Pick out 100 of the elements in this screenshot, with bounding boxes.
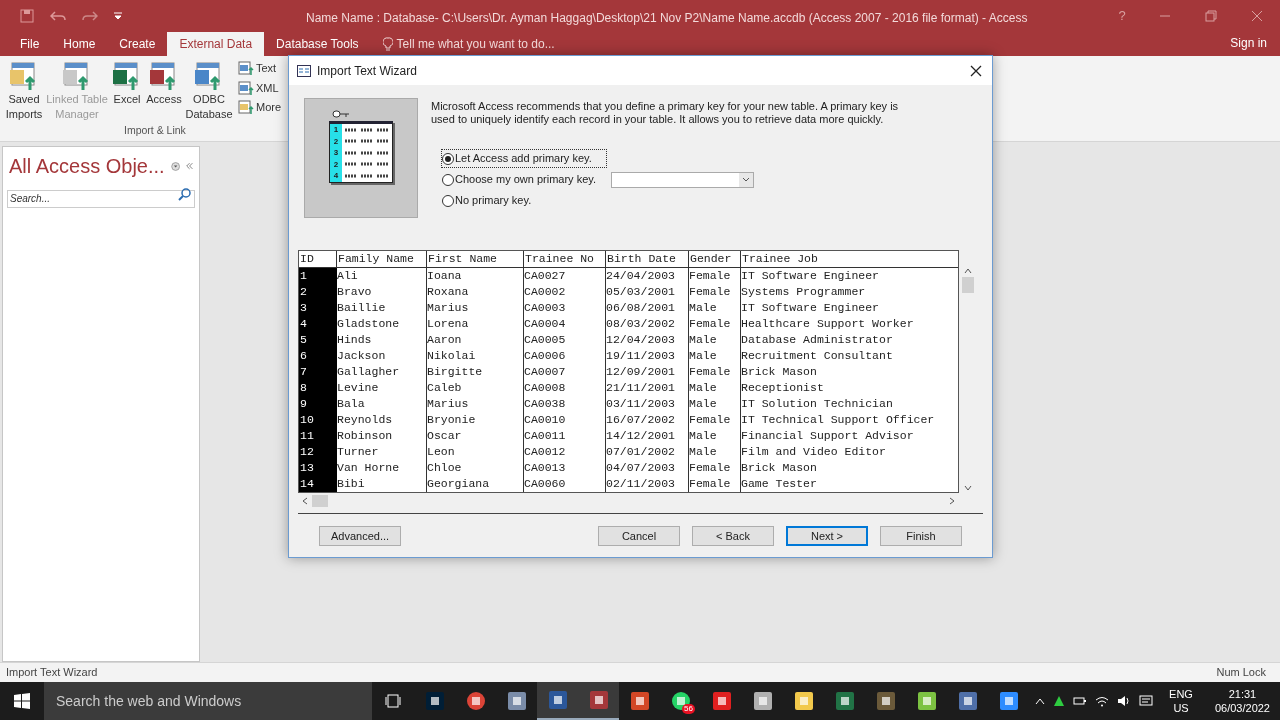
scroll-down-icon[interactable] xyxy=(964,485,972,491)
app-icon xyxy=(424,691,445,711)
language-indicator[interactable]: US xyxy=(1173,701,1189,715)
table-cell: Bala xyxy=(337,396,427,412)
table-cell: 05/03/2001 xyxy=(606,284,689,300)
taskbar-app-button[interactable] xyxy=(578,682,619,720)
table-cell: 07/01/2002 xyxy=(606,444,689,460)
chevron-up-icon[interactable] xyxy=(1035,697,1046,705)
search-icon xyxy=(178,187,192,201)
table-cell: Jackson xyxy=(337,348,427,364)
table-cell: Baillie xyxy=(337,300,427,316)
import-icon xyxy=(238,79,254,96)
table-cell: CA0007 xyxy=(524,364,606,380)
search-field[interactable]: Search... xyxy=(7,189,195,208)
table-cell: Gallagher xyxy=(337,364,427,380)
scroll-up-icon[interactable] xyxy=(964,268,972,274)
table-cell: Healthcare Support Worker xyxy=(741,316,958,332)
column-header[interactable]: Trainee No xyxy=(524,251,606,267)
table-cell: CA0008 xyxy=(524,380,606,396)
close-icon[interactable] xyxy=(970,64,982,77)
scroll-thumb[interactable] xyxy=(312,495,328,507)
column-header[interactable]: Family Name xyxy=(337,251,427,267)
column-header[interactable]: First Name xyxy=(427,251,524,267)
dialog-button[interactable]: Next > xyxy=(786,526,868,546)
wifi-icon[interactable] xyxy=(1095,695,1110,707)
taskbar-app-button[interactable]: 56 xyxy=(660,682,701,720)
table-cell: Roxana xyxy=(427,284,524,300)
table-cell: 4 xyxy=(299,316,337,332)
table-cell: 04/07/2003 xyxy=(606,460,689,476)
ribbon-tab[interactable]: Create xyxy=(107,32,168,56)
table-cell: IT Software Engineer xyxy=(741,300,958,316)
sign-in-link[interactable]: Sign in xyxy=(1230,34,1267,52)
dialog-message: Microsoft Access recommends that you define a primary key for your new table. A primary key is used to uniquely identify each record in your table. It allows you to retrieve data more quickly. xyxy=(431,100,900,126)
table-cell: CA0010 xyxy=(524,412,606,428)
dropdown-icon[interactable] xyxy=(170,159,180,173)
dialog-button[interactable]: Advanced... xyxy=(319,526,401,546)
dialog-button[interactable]: < Back xyxy=(692,526,774,546)
table-cell: Male xyxy=(689,332,741,348)
ribbon-button[interactable]: Access xyxy=(144,60,184,107)
column-header[interactable]: Gender xyxy=(689,251,741,267)
radio-option[interactable]: Let Access add primary key. xyxy=(441,149,607,168)
table-cell: 9 xyxy=(299,396,337,412)
clock-date[interactable]: 06/03/2022 xyxy=(1214,701,1270,715)
app-icon xyxy=(998,691,1019,711)
column-header[interactable]: ID xyxy=(299,251,337,267)
taskbar-app-button[interactable] xyxy=(537,682,578,720)
table-cell: Male xyxy=(689,444,741,460)
ribbon-button[interactable]: Excel xyxy=(110,60,144,107)
ribbon-button[interactable]: Saved Imports xyxy=(4,60,44,122)
table-cell: Bibi xyxy=(337,476,427,492)
ribbon-tab[interactable]: Home xyxy=(51,32,108,56)
save-icon[interactable] xyxy=(20,9,34,23)
radio-option[interactable]: Choose my own primary key. xyxy=(441,170,611,189)
key-field-dropdown[interactable] xyxy=(611,171,754,188)
scroll-right-icon[interactable] xyxy=(949,497,955,505)
table-cell: Male xyxy=(689,348,741,364)
dialog-button[interactable]: Finish xyxy=(880,526,962,546)
ribbon-small-button[interactable]: XML xyxy=(238,79,282,96)
app-icon xyxy=(588,690,609,710)
triangle-icon[interactable] xyxy=(1053,695,1066,707)
tell-me-field[interactable]: Tell me what you want to do... xyxy=(370,32,567,56)
ribbon-small-button[interactable]: Text xyxy=(238,60,282,77)
radio-option[interactable]: No primary key. xyxy=(441,191,547,210)
ribbon-button[interactable]: ODBC Database xyxy=(184,60,234,122)
table-cell: CA0003 xyxy=(524,300,606,316)
speaker-icon[interactable] xyxy=(1117,695,1132,707)
table-cell: Leon xyxy=(427,444,524,460)
table-cell: Brick Mason xyxy=(741,364,958,380)
ribbon-small-button[interactable]: More xyxy=(238,99,282,116)
table-cell: Turner xyxy=(337,444,427,460)
table-cell: 08/03/2002 xyxy=(606,316,689,332)
table-cell: Bravo xyxy=(337,284,427,300)
dialog-button[interactable]: Cancel xyxy=(598,526,680,546)
clock-time[interactable]: 21:31 xyxy=(1228,687,1257,701)
task-view-icon[interactable] xyxy=(385,693,401,709)
column-header[interactable]: Birth Date xyxy=(606,251,689,267)
notification-badge: 56 xyxy=(682,704,695,714)
ribbon-tab[interactable]: Database Tools xyxy=(264,32,371,56)
table-cell: CA0005 xyxy=(524,332,606,348)
column-header[interactable]: Trainee Job xyxy=(741,251,958,267)
notification-icon[interactable] xyxy=(1139,695,1154,707)
table-cell: CA0027 xyxy=(524,268,606,284)
undo-icon[interactable] xyxy=(50,10,66,22)
table-cell: Database Administrator xyxy=(741,332,958,348)
ribbon-tab[interactable]: External Data xyxy=(167,32,265,56)
language-indicator[interactable]: ENG xyxy=(1169,687,1193,701)
table-cell: Marius xyxy=(427,300,524,316)
customize-icon[interactable] xyxy=(114,12,122,20)
scroll-left-icon[interactable] xyxy=(302,497,308,505)
table-cell: IT Solution Technician xyxy=(741,396,958,412)
battery-icon[interactable] xyxy=(1073,696,1088,706)
table-cell: Chloe xyxy=(427,460,524,476)
ribbon-tab[interactable]: File xyxy=(8,32,52,56)
table-cell: Male xyxy=(689,380,741,396)
taskbar-search-field[interactable]: Search the web and Windows xyxy=(44,682,372,720)
windows-logo-icon[interactable] xyxy=(14,693,30,709)
scroll-thumb[interactable] xyxy=(962,277,974,293)
table-cell: Marius xyxy=(427,396,524,412)
table-cell: Female xyxy=(689,412,741,428)
table-cell: IT Technical Support Officer xyxy=(741,412,958,428)
